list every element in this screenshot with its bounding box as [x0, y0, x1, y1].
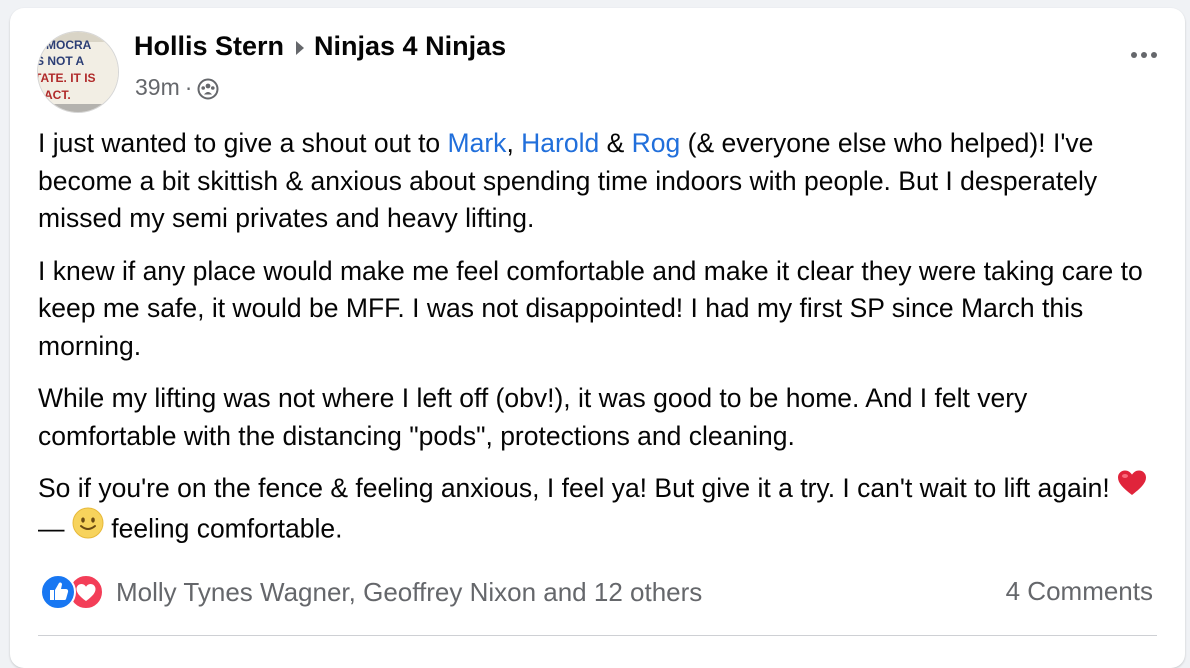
mention-rog[interactable]: Rog	[632, 128, 681, 158]
post-paragraph-4: So if you're on the fence & feeling anxi…	[38, 470, 1163, 552]
reactors-list[interactable]: Molly Tynes Wagner, Geoffrey Nixon and 1…	[116, 577, 702, 608]
post-body: I just wanted to give a shout out to Mar…	[38, 125, 1163, 567]
reaction-icons[interactable]	[40, 574, 104, 610]
avatar-text-line2: S NOT A	[38, 54, 85, 68]
post-meta: 39m ·	[135, 74, 219, 101]
shared-to-arrow-icon	[296, 40, 305, 55]
smiling-face-icon	[72, 507, 104, 550]
more-options-icon[interactable]	[1131, 52, 1157, 58]
author-avatar[interactable]: MOCRA S NOT A TATE. IT IS ACT.	[37, 31, 119, 113]
post-paragraph-2: I knew if any place would make me feel c…	[38, 255, 1143, 361]
like-reaction-icon	[40, 574, 76, 610]
post-card: MOCRA S NOT A TATE. IT IS ACT. Hollis St…	[10, 8, 1185, 668]
post-paragraph-3: While my lifting was not where I left of…	[38, 383, 1028, 451]
author-name[interactable]: Hollis Stern	[134, 31, 284, 62]
avatar-text-line4: ACT.	[44, 88, 71, 102]
group-name[interactable]: Ninjas 4 Ninjas	[314, 31, 506, 62]
mention-mark[interactable]: Mark	[448, 128, 507, 158]
reactions-summary: Molly Tynes Wagner, Geoffrey Nixon and 1…	[40, 574, 702, 610]
avatar-text-line3: TATE. IT IS	[38, 71, 96, 85]
mention-harold[interactable]: Harold	[521, 128, 599, 158]
avatar-text-line1: MOCRA	[46, 38, 92, 52]
post-paragraph-1: I just wanted to give a shout out to Mar…	[38, 128, 1098, 233]
red-heart-icon	[1117, 469, 1147, 508]
meta-separator: ·	[184, 74, 193, 100]
post-header-title: Hollis Stern Ninjas 4 Ninjas	[134, 31, 506, 62]
post-timestamp[interactable]: 39m	[135, 74, 180, 101]
group-icon[interactable]	[197, 78, 219, 100]
comments-count-link[interactable]: 4 Comments	[1006, 576, 1153, 607]
footer-divider	[38, 635, 1157, 636]
